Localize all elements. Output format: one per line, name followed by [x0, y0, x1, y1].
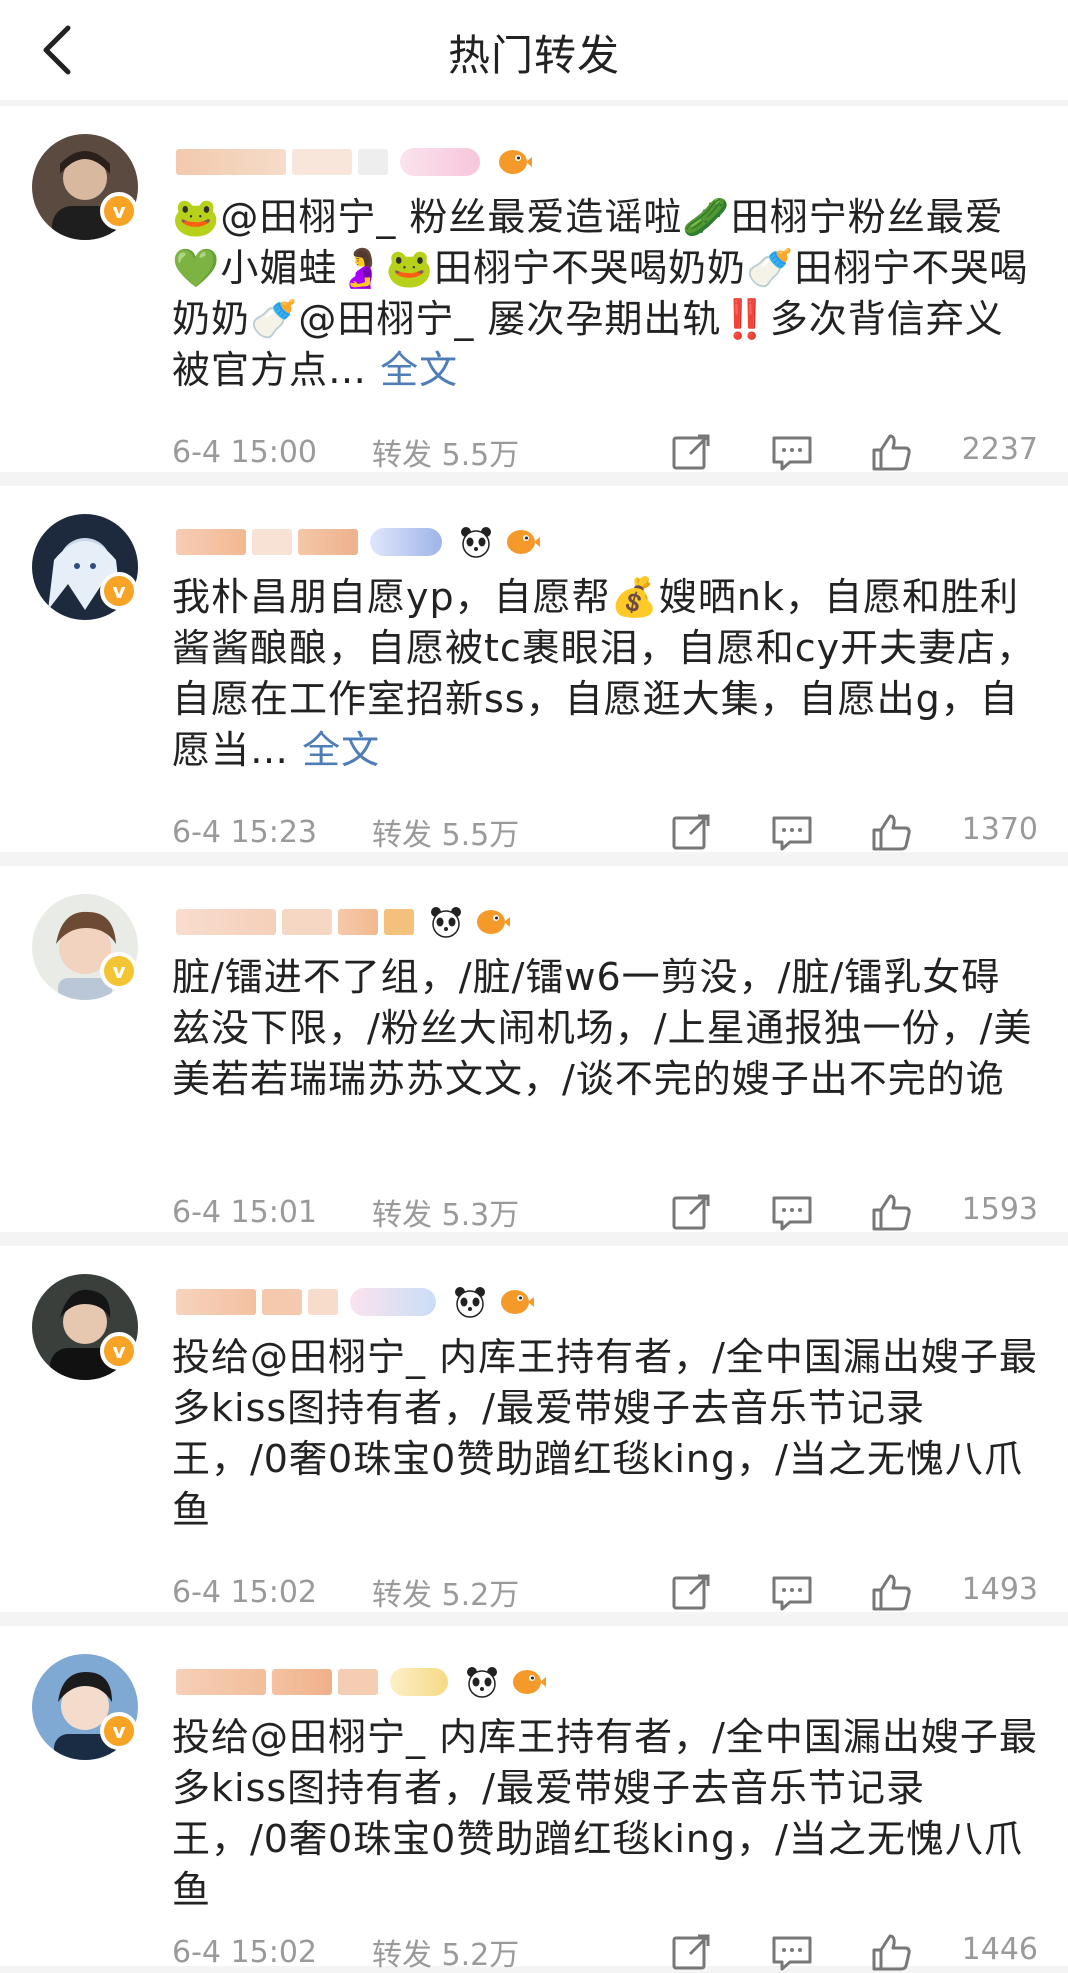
- page-title: 热门转发: [447, 31, 620, 80]
- post-time: 6-4 15:00: [172, 434, 317, 470]
- username-blurred[interactable]: [176, 1660, 548, 1704]
- comment-icon[interactable]: [770, 432, 814, 472]
- like-count: 1446: [961, 1932, 1038, 1967]
- thumb-up-icon[interactable]: [870, 1192, 914, 1232]
- forward-count: 转发 5.2万: [372, 1938, 520, 1973]
- comment-icon[interactable]: [770, 1572, 814, 1612]
- badge-icon: [400, 148, 480, 176]
- forward-count: 转发 5.2万: [372, 1578, 520, 1613]
- username-blurred[interactable]: [176, 1280, 536, 1324]
- post-meta: 6-4 15:23 转发 5.5万 1370: [172, 812, 1038, 853]
- post-content: 投给@田栩宁_ 内库王持有者，/全中国漏出嫂子最多kiss图持有者，/最爱带嫂子…: [172, 1715, 1038, 1912]
- post-meta: 6-4 15:00 转发 5.5万 2237: [172, 432, 1038, 473]
- pufferfish-icon: [472, 902, 512, 942]
- thumb-up-icon[interactable]: [870, 1932, 914, 1972]
- post-content: 我朴昌朋自愿yp，自愿帮💰嫂晒nk，自愿和胜利酱酱酿酿，自愿被tc裹眼泪，自愿和…: [172, 575, 1036, 772]
- post-content: 投给@田栩宁_ 内库王持有者，/全中国漏出嫂子最多kiss图持有者，/最爱带嫂子…: [172, 1335, 1038, 1532]
- comment-icon[interactable]: [770, 1932, 814, 1972]
- verified-v-icon: v: [100, 952, 138, 990]
- forward-count: 转发 5.5万: [372, 438, 520, 473]
- thumb-up-icon[interactable]: [870, 432, 914, 472]
- like-count: 1370: [961, 812, 1038, 847]
- verified-v-icon: v: [100, 1332, 138, 1370]
- share-icon[interactable]: [670, 1192, 714, 1232]
- verified-v-icon: v: [100, 192, 138, 230]
- verified-v-icon: v: [100, 1712, 138, 1750]
- pufferfish-icon: [496, 1282, 536, 1322]
- comment-icon[interactable]: [770, 812, 814, 852]
- pufferfish-icon: [494, 142, 534, 182]
- post-meta: 6-4 15:02 转发 5.2万 1493: [172, 1572, 1038, 1613]
- like-count: 1493: [961, 1572, 1038, 1607]
- like-count: 2237: [961, 432, 1038, 467]
- forward-count: 转发 5.3万: [372, 1198, 520, 1233]
- badge-icon: [390, 1668, 448, 1696]
- username-blurred[interactable]: [176, 900, 512, 944]
- pufferfish-icon: [502, 522, 542, 562]
- forward-count: 转发 5.5万: [372, 818, 520, 853]
- list-item[interactable]: v 脏/镭进不了组，/脏/镭w6一剪没，/脏/镭乳女碍兹没下限，/粉丝大闹机场，…: [0, 866, 1068, 1233]
- share-icon[interactable]: [670, 812, 714, 852]
- comment-icon[interactable]: [770, 1192, 814, 1232]
- panda-icon: [426, 902, 466, 942]
- post-meta: 6-4 15:01 转发 5.3万 1593: [172, 1192, 1038, 1233]
- panda-icon: [462, 1662, 502, 1702]
- pufferfish-icon: [508, 1662, 548, 1702]
- list-item[interactable]: v 投给@田栩宁_ 内库王持有者，/全中国漏出嫂子最多kiss图持有者，/最爱带…: [0, 1246, 1068, 1613]
- list-item[interactable]: v 🐸@田栩宁_ 粉丝最爱造谣啦🥒田栩宁粉丝最爱💚小媚蛙🤰🐸田栩宁不哭喝奶奶🍼田…: [0, 106, 1068, 473]
- username-blurred[interactable]: [176, 140, 534, 184]
- thumb-up-icon[interactable]: [870, 812, 914, 852]
- post-time: 6-4 15:02: [172, 1934, 317, 1970]
- username-blurred[interactable]: [176, 520, 542, 564]
- top-nav-bar: 热门转发: [0, 0, 1068, 100]
- post-time: 6-4 15:01: [172, 1194, 317, 1230]
- read-more-link[interactable]: 全文: [302, 728, 380, 772]
- post-content: 🐸@田栩宁_ 粉丝最爱造谣啦🥒田栩宁粉丝最爱💚小媚蛙🤰🐸田栩宁不哭喝奶奶🍼田栩宁…: [172, 195, 1029, 392]
- share-icon[interactable]: [670, 432, 714, 472]
- read-more-link[interactable]: 全文: [380, 348, 458, 392]
- badge-icon: [350, 1288, 436, 1316]
- post-meta: 6-4 15:02 转发 5.2万 1446: [172, 1932, 1038, 1973]
- panda-icon: [450, 1282, 490, 1322]
- share-icon[interactable]: [670, 1932, 714, 1972]
- like-count: 1593: [961, 1192, 1038, 1227]
- badge-icon: [370, 528, 442, 556]
- post-time: 6-4 15:02: [172, 1574, 317, 1610]
- list-item[interactable]: v 投给@田栩宁_ 内库王持有者，/全中国漏出嫂子最多kiss图持有者，/最爱带…: [0, 1626, 1068, 1973]
- share-icon[interactable]: [670, 1572, 714, 1612]
- list-item[interactable]: v 我朴昌朋自愿yp，自愿帮💰嫂晒nk，自愿和胜利酱酱酿酿，自愿被tc裹眼泪，自…: [0, 486, 1068, 853]
- post-content: 脏/镭进不了组，/脏/镭w6一剪没，/脏/镭乳女碍兹没下限，/粉丝大闹机场，/上…: [172, 955, 1033, 1101]
- panda-icon: [456, 522, 496, 562]
- repost-feed: v 🐸@田栩宁_ 粉丝最爱造谣啦🥒田栩宁粉丝最爱💚小媚蛙🤰🐸田栩宁不哭喝奶奶🍼田…: [0, 106, 1068, 1973]
- verified-v-icon: v: [100, 572, 138, 610]
- thumb-up-icon[interactable]: [870, 1572, 914, 1612]
- post-time: 6-4 15:23: [172, 814, 317, 850]
